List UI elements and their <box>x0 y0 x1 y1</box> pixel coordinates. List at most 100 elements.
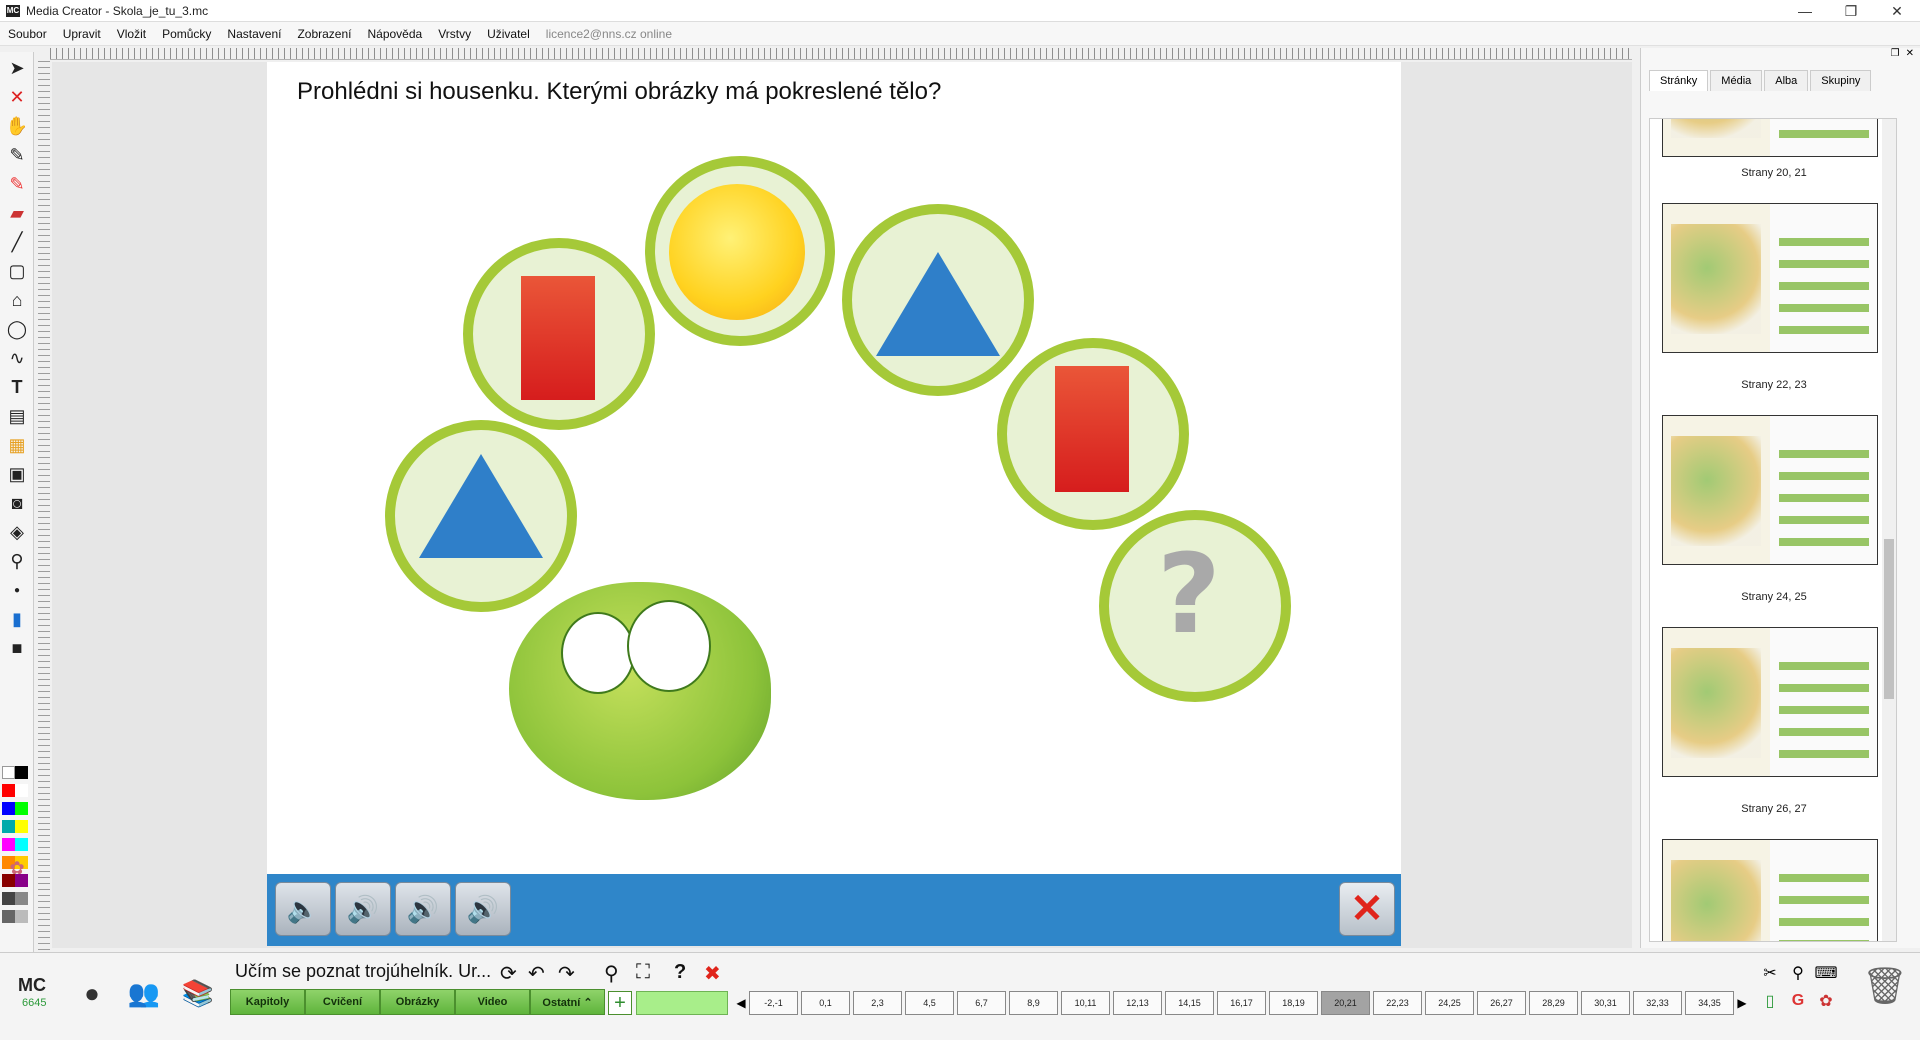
page-button[interactable]: 26,27 <box>1477 991 1526 1015</box>
thumbnail-20-21[interactable] <box>1662 119 1878 157</box>
swatch[interactable] <box>15 784 28 797</box>
line-icon[interactable]: ╱ <box>4 229 30 255</box>
pen-icon[interactable]: ✎ <box>4 142 30 168</box>
page-button[interactable]: 32,33 <box>1633 991 1682 1015</box>
line-style-icon[interactable]: ▮ <box>4 606 30 632</box>
cviceni-button[interactable]: Cvičení <box>305 989 380 1015</box>
undo-icon[interactable]: ↶ <box>528 961 545 986</box>
line-width-icon[interactable]: ● <box>4 577 30 603</box>
rectangle-icon[interactable]: ▢ <box>4 258 30 284</box>
page-button[interactable]: 0,1 <box>801 991 850 1015</box>
curve-icon[interactable]: ∿ <box>4 345 30 371</box>
camera-icon[interactable]: ◙ <box>4 490 30 516</box>
page-button[interactable]: 4,5 <box>905 991 954 1015</box>
refresh-icon[interactable]: ⟳ <box>500 961 517 986</box>
sound-button-2[interactable]: 🔊 <box>335 882 391 936</box>
polygon-icon[interactable]: ⌂ <box>4 287 30 313</box>
swatch[interactable] <box>2 784 15 797</box>
sound-button-1[interactable]: 🔈 <box>275 882 331 936</box>
swatch[interactable] <box>15 820 28 833</box>
page-button[interactable]: -2,-1 <box>749 991 798 1015</box>
thumbnail-28-29[interactable] <box>1662 839 1878 941</box>
tab-skupiny[interactable]: Skupiny <box>1810 70 1872 91</box>
page-input[interactable] <box>636 991 728 1015</box>
restore-icon[interactable]: ❐ <box>1828 0 1874 22</box>
close-red-icon[interactable]: ✖ <box>704 961 721 986</box>
swatch[interactable] <box>2 838 15 851</box>
color-palette[interactable] <box>2 766 32 928</box>
next-page-icon[interactable]: ▶ <box>1737 991 1747 1015</box>
page-button[interactable]: 12,13 <box>1113 991 1162 1015</box>
minimize-icon[interactable]: — <box>1782 0 1828 22</box>
page-canvas[interactable]: Prohlédni si housenku. Kterými obrázky m… <box>267 62 1401 946</box>
keyboard-icon[interactable]: ⌨ <box>1814 961 1838 985</box>
menu-nastaveni[interactable]: Nastavení <box>219 27 289 41</box>
kapitoly-button[interactable]: Kapitoly <box>230 989 305 1015</box>
eyedropper-icon[interactable]: ⚲ <box>4 548 30 574</box>
panel-close-icon[interactable]: ✕ <box>1906 48 1914 62</box>
segment-rectangle-2[interactable] <box>997 338 1189 530</box>
page-button[interactable]: 30,31 <box>1581 991 1630 1015</box>
tools-icon[interactable]: ✂ <box>1758 961 1782 985</box>
tab-stranky[interactable]: Stránky <box>1649 70 1709 91</box>
page-button[interactable]: 16,17 <box>1217 991 1266 1015</box>
page-button[interactable]: 18,19 <box>1269 991 1318 1015</box>
menu-uzivatel[interactable]: Uživatel <box>479 27 538 41</box>
panel-restore-icon[interactable]: ❐ <box>1891 48 1900 62</box>
thumbnail-26-27[interactable] <box>1662 627 1878 777</box>
close-icon[interactable]: ✕ <box>1874 0 1920 22</box>
sound-button-4[interactable]: 🔊 <box>455 882 511 936</box>
sound-button-3[interactable]: 🔊 <box>395 882 451 936</box>
search-icon[interactable]: ⚲ <box>604 961 619 986</box>
menu-upravit[interactable]: Upravit <box>55 27 109 41</box>
thumbnail-22-23[interactable] <box>1662 203 1878 353</box>
swatch[interactable] <box>15 766 28 779</box>
prev-page-icon[interactable]: ◀ <box>736 991 746 1015</box>
phone-icon[interactable]: ▯ <box>1758 989 1782 1013</box>
fullscreen-icon[interactable]: ⛶ <box>636 961 650 984</box>
media-icon[interactable]: ▣ <box>4 461 30 487</box>
help-icon[interactable]: ? <box>674 961 686 984</box>
segment-rectangle-1[interactable] <box>463 238 655 430</box>
swatch[interactable] <box>2 766 15 779</box>
obrazky-button[interactable]: Obrázky <box>380 989 455 1015</box>
menu-zobrazeni[interactable]: Zobrazení <box>289 27 359 41</box>
redo-icon[interactable]: ↷ <box>558 961 575 986</box>
page-button[interactable]: 6,7 <box>957 991 1006 1015</box>
books-icon[interactable]: 📚 <box>176 971 220 1015</box>
swatch[interactable] <box>15 838 28 851</box>
group-icon[interactable]: 👥 <box>122 971 166 1015</box>
menu-pomucky[interactable]: Pomůcky <box>154 27 219 41</box>
color-picker-icon[interactable]: ■ <box>4 635 30 661</box>
image-icon[interactable]: ▦ <box>4 432 30 458</box>
thumbnail-24-25[interactable] <box>1662 415 1878 565</box>
page-button[interactable]: 14,15 <box>1165 991 1214 1015</box>
fill-icon[interactable]: ◈ <box>4 519 30 545</box>
page-button[interactable]: 24,25 <box>1425 991 1474 1015</box>
menu-soubor[interactable]: Soubor <box>0 27 55 41</box>
ellipse-icon[interactable]: ◯ <box>4 316 30 342</box>
swatch[interactable] <box>15 802 28 815</box>
page-button[interactable]: 10,11 <box>1061 991 1110 1015</box>
tab-alba[interactable]: Alba <box>1764 70 1809 91</box>
page-button[interactable]: 34,35 <box>1685 991 1734 1015</box>
select-arrow-icon[interactable]: ➤ <box>4 55 30 81</box>
eraser-icon[interactable]: ▰ <box>4 200 30 226</box>
segment-sun[interactable] <box>645 156 835 346</box>
menu-vlozit[interactable]: Vložit <box>109 27 154 41</box>
page-button[interactable]: 8,9 <box>1009 991 1058 1015</box>
text-icon[interactable]: T <box>4 374 30 400</box>
hand-icon[interactable]: ✋ <box>4 113 30 139</box>
google-icon[interactable]: G <box>1786 989 1810 1013</box>
menu-napoveda[interactable]: Nápověda <box>359 27 430 41</box>
page-button[interactable]: 2,3 <box>853 991 902 1015</box>
swatch[interactable] <box>2 820 15 833</box>
note-icon[interactable]: ▤ <box>4 403 30 429</box>
panel-scrollbar[interactable] <box>1882 119 1896 941</box>
highlighter-icon[interactable]: ✎ <box>4 171 30 197</box>
tab-media[interactable]: Média <box>1710 70 1763 91</box>
video-button[interactable]: Video <box>455 989 530 1015</box>
scrollbar-thumb[interactable] <box>1884 539 1894 699</box>
segment-triangle-1[interactable] <box>385 420 577 612</box>
game-icon[interactable]: ✿ <box>1814 989 1838 1013</box>
